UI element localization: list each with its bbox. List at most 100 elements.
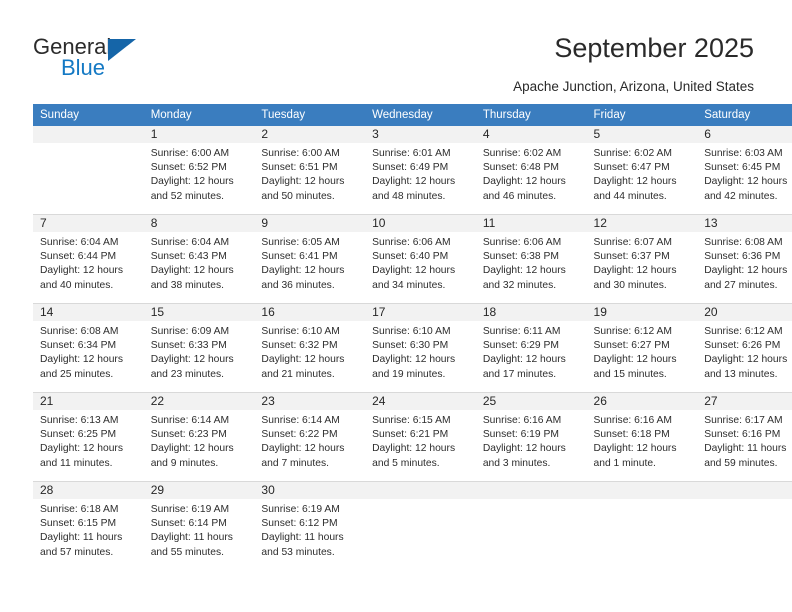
day-details: Sunrise: 6:18 AM Sunset: 6:15 PM Dayligh… bbox=[33, 499, 144, 560]
day-cell[interactable]: 5 Sunrise: 6:02 AM Sunset: 6:47 PM Dayli… bbox=[586, 126, 698, 215]
daylight-text-line1: Daylight: 12 hours bbox=[261, 354, 345, 366]
day-number: 2 bbox=[254, 126, 366, 143]
daylight-text-line1: Daylight: 12 hours bbox=[704, 176, 788, 188]
sunrise-text: Sunrise: 6:11 AM bbox=[482, 326, 561, 337]
day-cell[interactable]: 18 Sunrise: 6:11 AM Sunset: 6:29 PM Dayl… bbox=[475, 303, 587, 393]
day-cell[interactable]: 12 Sunrise: 6:07 AM Sunset: 6:37 PM Dayl… bbox=[586, 214, 698, 304]
day-cell[interactable]: 2 Sunrise: 6:00 AM Sunset: 6:51 PM Dayli… bbox=[254, 126, 366, 215]
sunset-text: Sunset: 6:32 PM bbox=[261, 340, 338, 352]
daylight-text-line2: and 50 minutes. bbox=[261, 190, 335, 202]
daylight-text-line2: and 15 minutes. bbox=[593, 368, 667, 380]
day-cell[interactable]: 4 Sunrise: 6:02 AM Sunset: 6:48 PM Dayli… bbox=[475, 126, 587, 215]
sunrise-text: Sunrise: 6:13 AM bbox=[40, 415, 119, 426]
day-number: 15 bbox=[143, 304, 255, 321]
sunset-text: Sunset: 6:25 PM bbox=[40, 429, 117, 441]
day-number: 18 bbox=[475, 304, 587, 321]
day-number bbox=[365, 482, 476, 499]
day-details: Sunrise: 6:15 AM Sunset: 6:21 PM Dayligh… bbox=[365, 410, 476, 471]
day-number: 24 bbox=[365, 393, 476, 410]
sunrise-text: Sunrise: 6:14 AM bbox=[261, 415, 340, 426]
day-cell[interactable]: 23 Sunrise: 6:14 AM Sunset: 6:22 PM Dayl… bbox=[254, 392, 366, 482]
day-details: Sunrise: 6:19 AM Sunset: 6:12 PM Dayligh… bbox=[254, 499, 365, 560]
day-cell[interactable]: 27 Sunrise: 6:17 AM Sunset: 6:16 PM Dayl… bbox=[697, 392, 792, 482]
weekday-header-monday: Monday bbox=[143, 104, 255, 126]
daylight-text-line2: and 59 minutes. bbox=[704, 457, 778, 469]
day-number: 13 bbox=[697, 215, 792, 232]
daylight-text-line1: Daylight: 12 hours bbox=[40, 443, 123, 455]
day-details: Sunrise: 6:06 AM Sunset: 6:38 PM Dayligh… bbox=[476, 232, 587, 293]
day-cell bbox=[697, 481, 792, 570]
day-cell[interactable]: 28 Sunrise: 6:18 AM Sunset: 6:15 PM Dayl… bbox=[33, 481, 144, 570]
day-cell[interactable]: 10 Sunrise: 6:06 AM Sunset: 6:40 PM Dayl… bbox=[365, 214, 476, 304]
sunset-text: Sunset: 6:37 PM bbox=[593, 251, 670, 263]
daylight-text-line2: and 7 minutes. bbox=[261, 457, 329, 469]
sunrise-text: Sunrise: 6:06 AM bbox=[482, 237, 562, 248]
daylight-text-line1: Daylight: 12 hours bbox=[261, 176, 345, 188]
day-number: 3 bbox=[365, 126, 476, 143]
daylight-text-line1: Daylight: 12 hours bbox=[704, 354, 788, 366]
day-number: 8 bbox=[143, 215, 255, 232]
day-cell[interactable]: 8 Sunrise: 6:04 AM Sunset: 6:43 PM Dayli… bbox=[143, 214, 255, 304]
day-details: Sunrise: 6:07 AM Sunset: 6:37 PM Dayligh… bbox=[587, 232, 698, 293]
day-number: 17 bbox=[365, 304, 476, 321]
day-cell[interactable]: 11 Sunrise: 6:06 AM Sunset: 6:38 PM Dayl… bbox=[475, 214, 587, 304]
day-number: 7 bbox=[33, 215, 144, 232]
day-cell[interactable]: 15 Sunrise: 6:09 AM Sunset: 6:33 PM Dayl… bbox=[143, 303, 255, 393]
sunset-text: Sunset: 6:47 PM bbox=[593, 162, 670, 174]
day-cell bbox=[475, 481, 587, 570]
daylight-text-line2: and 48 minutes. bbox=[372, 190, 446, 202]
sunrise-text: Sunrise: 6:17 AM bbox=[704, 415, 783, 426]
day-details: Sunrise: 6:05 AM Sunset: 6:41 PM Dayligh… bbox=[254, 232, 365, 293]
daylight-text-line2: and 13 minutes. bbox=[704, 368, 778, 380]
sunset-text: Sunset: 6:19 PM bbox=[482, 429, 559, 441]
day-number bbox=[586, 482, 698, 499]
day-cell[interactable]: 21 Sunrise: 6:13 AM Sunset: 6:25 PM Dayl… bbox=[33, 392, 144, 482]
sunset-text: Sunset: 6:23 PM bbox=[150, 429, 227, 441]
sunrise-text: Sunrise: 6:04 AM bbox=[150, 237, 230, 248]
sunset-text: Sunset: 6:51 PM bbox=[261, 162, 338, 174]
day-cell[interactable]: 30 Sunrise: 6:19 AM Sunset: 6:12 PM Dayl… bbox=[254, 481, 366, 570]
day-cell[interactable]: 9 Sunrise: 6:05 AM Sunset: 6:41 PM Dayli… bbox=[254, 214, 366, 304]
day-cell[interactable]: 26 Sunrise: 6:16 AM Sunset: 6:18 PM Dayl… bbox=[586, 392, 698, 482]
sunset-text: Sunset: 6:16 PM bbox=[704, 429, 781, 441]
day-details: Sunrise: 6:14 AM Sunset: 6:23 PM Dayligh… bbox=[144, 410, 255, 471]
daylight-text-line2: and 9 minutes. bbox=[150, 457, 219, 469]
day-number: 6 bbox=[697, 126, 792, 143]
sunset-text: Sunset: 6:15 PM bbox=[40, 518, 117, 530]
sunrise-text: Sunrise: 6:00 AM bbox=[261, 148, 340, 159]
sunset-text: Sunset: 6:38 PM bbox=[482, 251, 559, 263]
day-details: Sunrise: 6:16 AM Sunset: 6:19 PM Dayligh… bbox=[476, 410, 587, 471]
daylight-text-line2: and 27 minutes. bbox=[704, 279, 778, 291]
day-number: 4 bbox=[475, 126, 587, 143]
day-cell[interactable]: 29 Sunrise: 6:19 AM Sunset: 6:14 PM Dayl… bbox=[143, 481, 255, 570]
day-details: Sunrise: 6:01 AM Sunset: 6:49 PM Dayligh… bbox=[365, 143, 476, 204]
day-cell[interactable]: 22 Sunrise: 6:14 AM Sunset: 6:23 PM Dayl… bbox=[143, 392, 255, 482]
day-details: Sunrise: 6:03 AM Sunset: 6:45 PM Dayligh… bbox=[697, 143, 792, 204]
sunset-text: Sunset: 6:33 PM bbox=[150, 340, 227, 352]
sunrise-text: Sunrise: 6:05 AM bbox=[261, 237, 340, 248]
daylight-text-line1: Daylight: 12 hours bbox=[593, 265, 677, 277]
day-cell[interactable]: 20 Sunrise: 6:12 AM Sunset: 6:26 PM Dayl… bbox=[697, 303, 792, 393]
daylight-text-line1: Daylight: 12 hours bbox=[261, 443, 345, 455]
day-details: Sunrise: 6:02 AM Sunset: 6:48 PM Dayligh… bbox=[476, 143, 587, 204]
day-cell[interactable]: 17 Sunrise: 6:10 AM Sunset: 6:30 PM Dayl… bbox=[365, 303, 476, 393]
day-cell[interactable]: 16 Sunrise: 6:10 AM Sunset: 6:32 PM Dayl… bbox=[254, 303, 366, 393]
page-header: General Blue September 2025 Apache Junct… bbox=[0, 0, 792, 100]
daylight-text-line1: Daylight: 12 hours bbox=[372, 354, 456, 366]
day-cell[interactable]: 7 Sunrise: 6:04 AM Sunset: 6:44 PM Dayli… bbox=[33, 214, 144, 304]
sunset-text: Sunset: 6:21 PM bbox=[372, 429, 449, 441]
sunrise-text: Sunrise: 6:08 AM bbox=[40, 326, 119, 337]
day-cell[interactable]: 14 Sunrise: 6:08 AM Sunset: 6:34 PM Dayl… bbox=[33, 303, 144, 393]
day-cell[interactable]: 24 Sunrise: 6:15 AM Sunset: 6:21 PM Dayl… bbox=[365, 392, 476, 482]
day-cell[interactable]: 1 Sunrise: 6:00 AM Sunset: 6:52 PM Dayli… bbox=[143, 126, 255, 215]
day-details: Sunrise: 6:06 AM Sunset: 6:40 PM Dayligh… bbox=[365, 232, 476, 293]
day-cell[interactable]: 6 Sunrise: 6:03 AM Sunset: 6:45 PM Dayli… bbox=[697, 126, 792, 215]
day-cell[interactable]: 13 Sunrise: 6:08 AM Sunset: 6:36 PM Dayl… bbox=[697, 214, 792, 304]
day-cell[interactable]: 25 Sunrise: 6:16 AM Sunset: 6:19 PM Dayl… bbox=[475, 392, 587, 482]
day-cell[interactable]: 19 Sunrise: 6:12 AM Sunset: 6:27 PM Dayl… bbox=[586, 303, 698, 393]
day-number bbox=[697, 482, 792, 499]
weekday-header-wednesday: Wednesday bbox=[365, 104, 476, 126]
logo[interactable]: General Blue bbox=[33, 34, 233, 84]
day-cell[interactable]: 3 Sunrise: 6:01 AM Sunset: 6:49 PM Dayli… bbox=[365, 126, 476, 215]
daylight-text-line2: and 5 minutes. bbox=[372, 457, 440, 469]
